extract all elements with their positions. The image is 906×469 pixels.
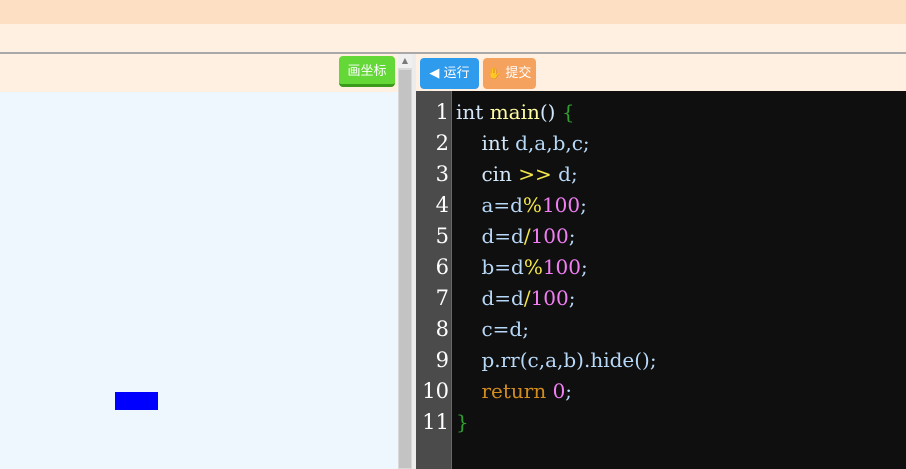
line-number: 11 [422,410,449,434]
code-token: 100 [530,224,569,248]
code-token: { [561,100,575,124]
code-token: 100 [542,255,582,279]
code-line[interactable]: a=d%100; [456,190,587,221]
code-token: cin [481,162,512,186]
scroll-up-arrow-icon[interactable]: ▲ [398,54,412,68]
code-line[interactable]: d=d/100; [456,283,576,314]
line-number: 7 [435,286,449,310]
code-token: p.rr(c,a,b).hide(); [481,348,657,372]
hand-icon: ✋ [487,67,502,80]
code-token: ; [568,224,576,248]
code-token: main [489,100,540,124]
line-number-gutter: 1 2 3 4 5 6 7 8 9 10 11 [416,91,452,469]
code-token: d,a,b,c; [508,131,590,155]
line-number: 10 [422,379,449,403]
top-header-bar [0,0,906,24]
code-token: } [456,410,469,434]
canvas-panel: 画坐标 [0,54,398,469]
code-token: ; [581,255,588,279]
code-token: c=d; [481,317,529,341]
code-token: % [522,193,542,217]
code-token: d=d [481,286,524,310]
canvas-rectangle-shape [115,392,158,410]
line-number: 6 [435,255,449,279]
code-token: 100 [530,286,569,310]
submit-button-label: 提交 [505,66,532,81]
line-number: 8 [435,317,449,341]
code-token: ; [580,193,587,217]
line-number: 4 [435,193,449,217]
code-token: () [539,100,556,124]
run-button[interactable]: ◀ 运行 [420,58,479,89]
line-number: 1 [435,100,449,124]
editor-toolbar: ◀ 运行 ✋ 提交 [416,54,906,91]
canvas-scrollbar[interactable]: ▲ [398,54,412,469]
line-number: 3 [435,162,449,186]
code-token: int [481,131,509,155]
code-token: >> [518,162,552,186]
code-token: / [523,286,531,310]
arrow-left-icon: ◀ [429,66,440,81]
code-line[interactable]: return 0; [456,376,572,407]
drawing-canvas[interactable] [0,92,398,469]
canvas-toolbar: 画坐标 [0,54,398,92]
line-number: 2 [435,131,449,155]
code-token: d; [551,162,578,186]
code-token: d=d [481,224,524,248]
code-token: / [523,224,531,248]
code-token: ; [568,286,576,310]
code-token: % [523,255,543,279]
line-number: 5 [435,224,449,248]
code-line[interactable]: p.rr(c,a,b).hide(); [456,345,657,376]
code-line[interactable]: int d,a,b,c; [456,128,590,159]
code-line[interactable]: b=d%100; [456,252,588,283]
code-line[interactable]: int main() { [456,97,575,128]
scrollbar-thumb[interactable] [399,70,411,468]
line-number: 9 [435,348,449,372]
code-token: 0 [552,379,566,403]
code-token: b=d [481,255,524,279]
code-token: a=d [481,193,523,217]
code-token: int [456,100,484,124]
code-line[interactable]: d=d/100; [456,221,576,252]
code-editor[interactable]: 1 2 3 4 5 6 7 8 9 10 11 int main() { int d,a,b,c; … [416,91,906,469]
code-line[interactable]: } [456,407,469,438]
code-token: ; [565,379,573,403]
submit-button[interactable]: ✋ 提交 [483,58,536,89]
code-line[interactable]: c=d; [456,314,529,345]
run-button-label: 运行 [443,66,470,81]
code-line[interactable]: cin >> d; [456,159,578,190]
code-token: return [481,379,547,403]
draw-coordinates-button[interactable]: 画坐标 [339,56,395,87]
code-token: 100 [541,193,581,217]
sub-header-bar [0,24,906,54]
